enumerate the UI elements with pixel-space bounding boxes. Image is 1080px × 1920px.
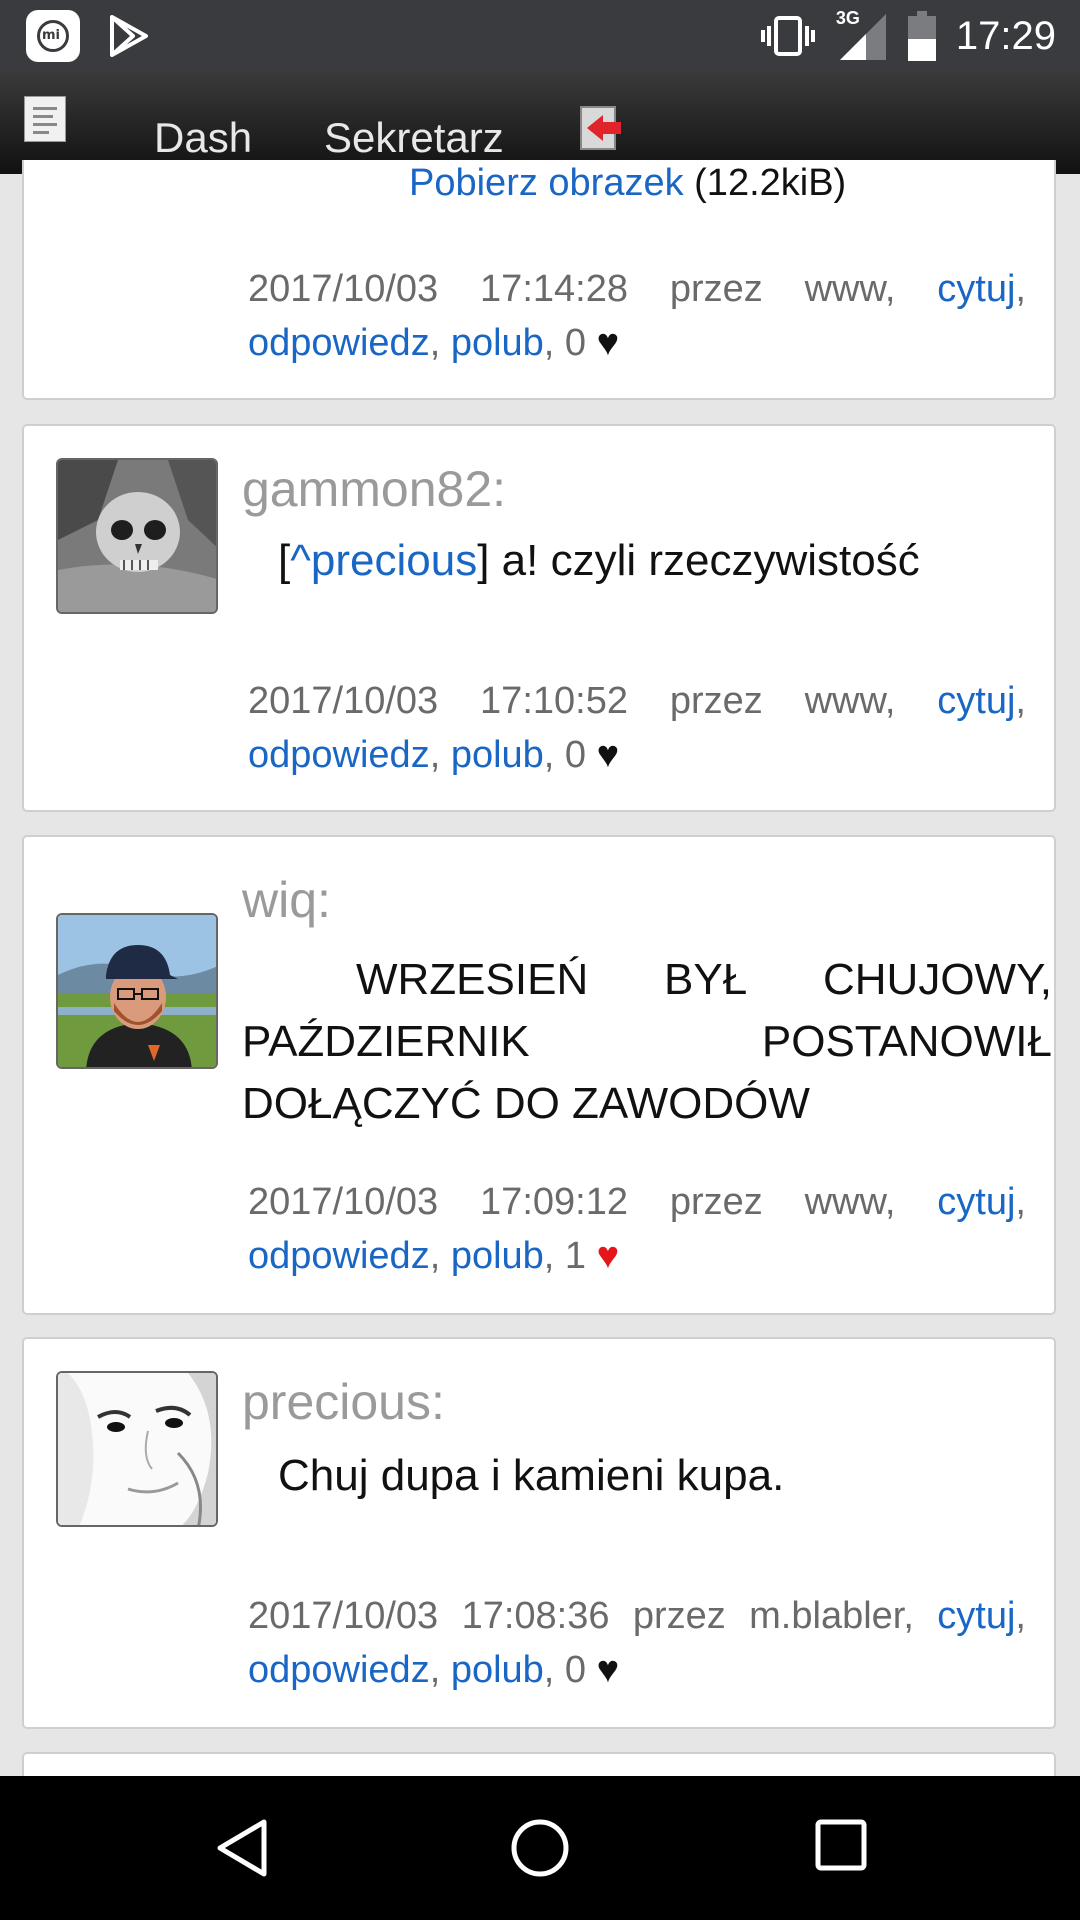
- post-source: www,: [804, 680, 896, 722]
- avatar[interactable]: [56, 1371, 218, 1527]
- quote-link[interactable]: cytuj: [937, 1181, 1015, 1223]
- like-link[interactable]: polub: [451, 1235, 544, 1277]
- post-date: 2017/10/03: [248, 680, 439, 722]
- clock: 17:29: [955, 13, 1056, 58]
- vibrate-icon: [760, 16, 815, 56]
- reply-link[interactable]: odpowiedz: [248, 1235, 430, 1277]
- quote-link[interactable]: cytuj: [937, 1595, 1015, 1637]
- back-icon[interactable]: [214, 1818, 270, 1878]
- reply-link[interactable]: odpowiedz: [248, 1649, 430, 1691]
- heart-icon: ♥: [596, 734, 620, 776]
- post-source: www,: [804, 268, 896, 310]
- reply-link[interactable]: odpowiedz: [248, 734, 430, 776]
- post-username[interactable]: wiq:: [242, 871, 331, 929]
- avatar[interactable]: [56, 458, 218, 614]
- post-time: 17:08:36: [461, 1595, 610, 1637]
- post-card: Pobierz obrazek (12.2kiB) 2017/10/03 17:…: [22, 160, 1056, 400]
- menu-icon[interactable]: [24, 96, 66, 142]
- post-date: 2017/10/03: [248, 1181, 439, 1223]
- post-content: Chuj dupa i kamieni kupa.: [278, 1451, 785, 1500]
- play-store-icon: [110, 15, 148, 57]
- app-header: Dash Sekretarz: [0, 72, 1080, 174]
- signal-icon: 3G: [836, 8, 888, 62]
- like-count: 0: [564, 734, 587, 776]
- download-image-link[interactable]: Pobierz obrazek: [409, 162, 684, 204]
- post-username[interactable]: gammon82:: [242, 460, 506, 518]
- like-count: 0: [564, 1649, 587, 1691]
- quote-link[interactable]: cytuj: [937, 680, 1015, 722]
- post-meta: 2017/10/03 17:10:52 przez www, cytuj, od…: [248, 674, 1026, 782]
- like-count: 1: [564, 1235, 587, 1277]
- quote-link[interactable]: cytuj: [937, 268, 1015, 310]
- logout-icon[interactable]: [579, 105, 625, 151]
- post-meta: 2017/10/03 17:08:36 przez m.blabler, cyt…: [248, 1589, 1026, 1697]
- home-icon[interactable]: [510, 1818, 570, 1878]
- post-card: wiq: WRZESIEŃ BYŁ CHUJOWY, PAŹDZIERNIK P…: [22, 835, 1056, 1315]
- mi-icon: mi: [26, 10, 80, 62]
- battery-icon: [907, 11, 936, 61]
- system-nav-bar: [0, 1776, 1080, 1920]
- post-card: precious: Chuj dupa i kamieni kupa. 2017…: [22, 1337, 1056, 1729]
- post-date: 2017/10/03: [248, 268, 439, 310]
- post-card: gammon82: [^precious] a! czyli rzeczywis…: [22, 424, 1056, 812]
- like-count: 0: [564, 322, 587, 364]
- avatar[interactable]: [56, 913, 218, 1069]
- post-username[interactable]: precious:: [242, 1373, 445, 1431]
- post-meta: 2017/10/03 17:09:12 przez www, cytuj, od…: [248, 1175, 1026, 1283]
- attachment-line: Pobierz obrazek (12.2kiB): [409, 162, 846, 205]
- heart-icon-liked: ♥: [596, 1235, 620, 1277]
- post-via: przez: [669, 268, 763, 310]
- status-bar: mi 3G 17:29: [0, 0, 1080, 72]
- post-via: przez: [632, 1595, 726, 1637]
- post-source: m.blabler,: [749, 1595, 914, 1637]
- post-content: WRZESIEŃ BYŁ CHUJOWY, PAŹDZIERNIK POSTAN…: [242, 955, 1052, 1128]
- recents-icon[interactable]: [814, 1818, 868, 1872]
- post-time: 17:10:52: [480, 680, 628, 722]
- post-meta: 2017/10/03 17:14:28 przez www, cytuj, od…: [248, 262, 1026, 370]
- post-time: 17:14:28: [480, 268, 628, 310]
- post-via: przez: [669, 680, 763, 722]
- heart-icon: ♥: [596, 1649, 620, 1691]
- post-content: [^precious] a! czyli rzeczywistość: [278, 536, 920, 585]
- post-time: 17:09:12: [480, 1181, 628, 1223]
- post-via: przez: [669, 1181, 763, 1223]
- like-link[interactable]: polub: [451, 734, 544, 776]
- heart-icon: ♥: [596, 322, 620, 364]
- post-date: 2017/10/03: [248, 1595, 439, 1637]
- like-link[interactable]: polub: [451, 322, 544, 364]
- reply-link[interactable]: odpowiedz: [248, 322, 430, 364]
- nav-dash[interactable]: Dash: [154, 114, 252, 162]
- like-link[interactable]: polub: [451, 1649, 544, 1691]
- attachment-size: (12.2kiB): [694, 162, 847, 204]
- post-source: www,: [804, 1181, 896, 1223]
- nav-sekretarz[interactable]: Sekretarz: [324, 114, 504, 162]
- user-mention-link[interactable]: ^precious: [290, 536, 477, 585]
